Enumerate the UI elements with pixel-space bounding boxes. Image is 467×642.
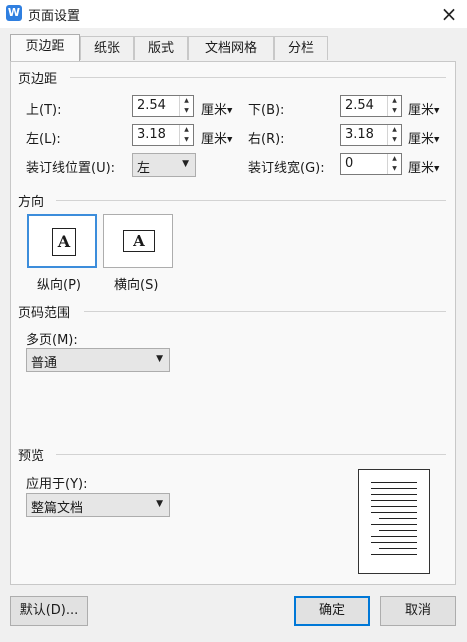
gutter-position-value: 左 <box>137 161 151 176</box>
landscape-label: 横向(S) <box>114 278 159 293</box>
preview-text-line <box>371 494 417 495</box>
bottom-margin-label: 下(B): <box>248 103 285 118</box>
default-button[interactable]: 默认(D)... <box>10 596 88 626</box>
left-margin-unit[interactable]: 厘米▼ <box>201 128 232 147</box>
left-margin-label: 左(L): <box>26 132 61 147</box>
multiple-pages-value: 普通 <box>31 356 58 371</box>
preview-text-line <box>371 488 417 489</box>
spinner-arrows: ▲ ▼ <box>387 154 401 174</box>
gutter-width-spinner[interactable]: 0 ▲ ▼ <box>340 153 402 175</box>
gutter-position-dropdown[interactable]: 左 ▼ <box>132 153 196 177</box>
top-margin-label: 上(T): <box>26 103 62 118</box>
unit-caret-icon: ▼ <box>434 135 440 144</box>
spin-up-icon[interactable]: ▲ <box>180 96 193 106</box>
portrait-orientation-button[interactable]: A <box>27 214 97 268</box>
section-divider <box>84 311 446 312</box>
chevron-down-icon: ▼ <box>156 354 163 364</box>
unit-caret-icon: ▼ <box>434 164 440 173</box>
bottom-margin-spinner[interactable]: 2.54 ▲ ▼ <box>340 95 402 117</box>
unit-label: 厘米 <box>201 103 228 118</box>
left-margin-spinner[interactable]: 3.18 ▲ ▼ <box>132 124 194 146</box>
section-divider <box>56 200 446 201</box>
preview-text-line <box>371 554 417 555</box>
right-margin-value: 3.18 <box>345 127 374 142</box>
top-margin-unit[interactable]: 厘米▼ <box>201 99 232 118</box>
section-divider <box>70 77 446 78</box>
spin-down-icon[interactable]: ▼ <box>388 135 401 145</box>
bottom-margin-value: 2.54 <box>345 98 374 113</box>
preview-text-line <box>371 512 417 513</box>
window-title: 页面设置 <box>28 9 81 24</box>
chevron-down-icon: ▼ <box>156 499 163 509</box>
preview-text-line <box>371 482 417 483</box>
unit-caret-icon: ▼ <box>227 135 233 144</box>
preview-text-line <box>371 524 417 525</box>
preview-text-line <box>371 536 417 537</box>
preview-text-line <box>379 548 417 549</box>
multiple-pages-dropdown[interactable]: 普通 ▼ <box>26 348 170 372</box>
preview-text-line <box>371 542 417 543</box>
gutter-width-label: 装订线宽(G): <box>248 161 325 176</box>
section-heading-orientation: 方向 <box>18 195 45 210</box>
right-margin-unit[interactable]: 厘米▼ <box>408 128 439 147</box>
unit-label: 厘米 <box>408 132 435 147</box>
preview-text-line <box>379 530 417 531</box>
multiple-pages-label: 多页(M): <box>26 333 78 348</box>
close-icon[interactable]: × <box>437 2 461 26</box>
left-margin-value: 3.18 <box>137 127 166 142</box>
preview-text-line <box>371 506 417 507</box>
section-divider <box>56 454 446 455</box>
unit-label: 厘米 <box>408 161 435 176</box>
apply-to-label: 应用于(Y): <box>26 477 88 492</box>
chevron-down-icon: ▼ <box>182 159 189 169</box>
spinner-arrows: ▲ ▼ <box>179 96 193 116</box>
preview-text-line <box>379 518 417 519</box>
tab-columns[interactable]: 分栏 <box>274 36 328 60</box>
top-margin-spinner[interactable]: 2.54 ▲ ▼ <box>132 95 194 117</box>
tab-margins[interactable]: 页边距 <box>10 34 80 61</box>
spin-down-icon[interactable]: ▼ <box>180 135 193 145</box>
gutter-width-value: 0 <box>345 156 354 171</box>
bottom-margin-unit[interactable]: 厘米▼ <box>408 99 439 118</box>
spin-down-icon[interactable]: ▼ <box>180 106 193 116</box>
apply-to-value: 整篇文档 <box>31 501 84 516</box>
spin-down-icon[interactable]: ▼ <box>388 106 401 116</box>
apply-to-dropdown[interactable]: 整篇文档 ▼ <box>26 493 170 517</box>
unit-label: 厘米 <box>201 132 228 147</box>
unit-caret-icon: ▼ <box>434 106 440 115</box>
tab-document-grid[interactable]: 文档网格 <box>188 36 274 60</box>
spin-up-icon[interactable]: ▲ <box>388 125 401 135</box>
gutter-position-label: 装订线位置(U): <box>26 161 116 176</box>
right-margin-label: 右(R): <box>248 132 285 147</box>
spinner-arrows: ▲ ▼ <box>387 125 401 145</box>
spinner-arrows: ▲ ▼ <box>179 125 193 145</box>
right-margin-spinner[interactable]: 3.18 ▲ ▼ <box>340 124 402 146</box>
portrait-label: 纵向(P) <box>37 278 81 293</box>
unit-label: 厘米 <box>408 103 435 118</box>
spin-down-icon[interactable]: ▼ <box>388 164 401 174</box>
ok-button[interactable]: 确定 <box>294 596 370 626</box>
landscape-orientation-button[interactable]: A <box>103 214 173 268</box>
unit-caret-icon: ▼ <box>227 106 233 115</box>
spin-up-icon[interactable]: ▲ <box>180 125 193 135</box>
spinner-arrows: ▲ ▼ <box>387 96 401 116</box>
page-preview <box>358 469 430 574</box>
spin-up-icon[interactable]: ▲ <box>388 96 401 106</box>
wps-app-icon: W <box>6 5 22 21</box>
gutter-width-unit[interactable]: 厘米▼ <box>408 157 439 176</box>
tab-layout[interactable]: 版式 <box>134 36 188 60</box>
preview-text-line <box>371 500 417 501</box>
section-heading-margins: 页边距 <box>18 72 58 87</box>
landscape-page-icon: A <box>123 230 155 252</box>
top-margin-value: 2.54 <box>137 98 166 113</box>
spin-up-icon[interactable]: ▲ <box>388 154 401 164</box>
portrait-page-icon: A <box>52 228 76 256</box>
section-heading-page-range: 页码范围 <box>18 306 71 321</box>
cancel-button[interactable]: 取消 <box>380 596 456 626</box>
tab-paper[interactable]: 纸张 <box>80 36 134 60</box>
section-heading-preview: 预览 <box>18 449 45 464</box>
